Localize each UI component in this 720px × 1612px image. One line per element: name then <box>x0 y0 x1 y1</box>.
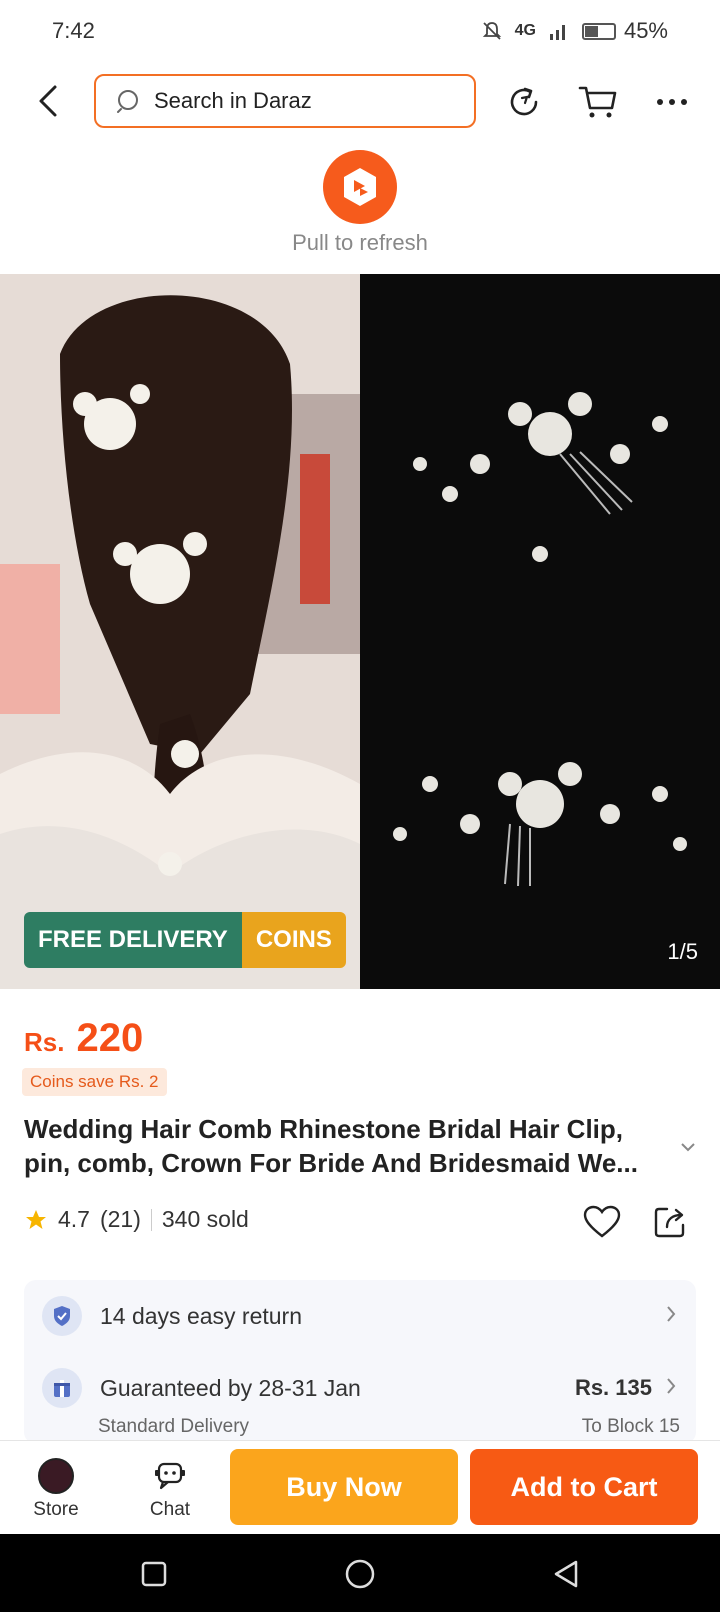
store-button[interactable]: Store <box>16 1457 96 1521</box>
heart-icon <box>583 1205 621 1238</box>
add-to-cart-button[interactable]: Add to Cart <box>470 1449 698 1525</box>
chat-icon <box>150 1457 190 1495</box>
product-image-combs: 1/5 <box>360 274 720 989</box>
share-button[interactable] <box>648 1200 692 1244</box>
wishlist-button[interactable] <box>580 1200 624 1244</box>
chevron-right-icon <box>666 1303 676 1329</box>
more-dots-icon <box>657 99 687 105</box>
service-card: 14 days easy return Guaranteed by 28-31 … <box>24 1280 696 1444</box>
buy-now-button[interactable]: Buy Now <box>230 1449 458 1525</box>
search-placeholder: Search in Daraz <box>154 88 312 113</box>
avatar <box>38 1458 74 1494</box>
daraz-logo-icon <box>323 150 397 224</box>
back-button[interactable] <box>28 80 68 122</box>
square-icon <box>141 1561 167 1587</box>
store-label: Store <box>33 1499 79 1520</box>
circle-icon <box>345 1559 375 1589</box>
status-bar: 7:42 4G 45% <box>0 0 720 62</box>
sold-count: 340 sold <box>161 1206 249 1232</box>
action-bar: Store Chat Buy Now Add to Cart <box>0 1440 720 1534</box>
battery: 45% <box>581 18 668 44</box>
store-icon <box>36 1457 76 1495</box>
image-counter: 1/5 <box>667 939 698 964</box>
chat-label: Chat <box>149 1499 191 1520</box>
rating-row[interactable]: 4.7 (21) 340 sold <box>24 1206 249 1233</box>
delivery-price: Rs. 135 <box>574 1375 652 1400</box>
status-icons: 4G 45% <box>481 18 668 44</box>
search-input[interactable]: Search in Daraz <box>94 74 476 128</box>
battery-icon <box>581 22 616 40</box>
coins-save-tag: Coins save Rs. 2 <box>22 1068 167 1096</box>
divider <box>150 1208 152 1231</box>
shield-check-icon <box>42 1296 82 1336</box>
search-icon <box>117 90 138 113</box>
delivery-box-icon <box>42 1368 82 1408</box>
review-count: (21) <box>99 1206 141 1232</box>
product-title[interactable]: Wedding Hair Comb Rhinestone Bridal Hair… <box>24 1112 674 1180</box>
top-nav: Search in Daraz <box>0 72 720 130</box>
return-text: 14 days easy return <box>100 1302 303 1329</box>
chat-button[interactable]: Chat <box>130 1457 210 1521</box>
delivery-location: To Block 15 <box>581 1416 680 1437</box>
system-nav-bar <box>0 1534 720 1612</box>
system-back-button[interactable] <box>546 1554 586 1594</box>
cart-button[interactable] <box>576 80 620 124</box>
battery-percent: 45% <box>623 18 668 43</box>
signal-icon <box>549 25 565 40</box>
back-arrow-icon <box>39 85 57 117</box>
more-button[interactable] <box>650 80 694 124</box>
refresh-button[interactable] <box>502 80 546 124</box>
cart-icon <box>578 86 617 118</box>
network-type: 4G <box>514 22 536 39</box>
promo-badge: FREE DELIVERY COINS <box>24 912 346 968</box>
delivery-type: Standard Delivery <box>98 1416 250 1437</box>
home-button[interactable] <box>340 1554 380 1594</box>
rating-value: 4.7 <box>58 1206 90 1232</box>
chevron-right-icon <box>666 1375 676 1401</box>
star-icon <box>26 1209 46 1229</box>
pull-to-refresh: Pull to refresh <box>0 150 720 256</box>
price: Rs. 220 <box>24 1016 143 1061</box>
triangle-back-icon <box>554 1560 578 1588</box>
refresh-icon <box>510 87 538 116</box>
recents-button[interactable] <box>134 1554 174 1594</box>
delivery-row[interactable]: Guaranteed by 28-31 Jan Rs. 135 <box>42 1368 676 1408</box>
price-currency: Rs. <box>24 1027 65 1057</box>
title-expand-button[interactable] <box>680 1136 696 1157</box>
chevron-down-icon <box>681 1143 695 1152</box>
refresh-text: Pull to refresh <box>292 230 428 255</box>
return-policy-row[interactable]: 14 days easy return <box>42 1296 676 1336</box>
coins-badge: COINS <box>241 912 346 968</box>
delivery-guarantee: Guaranteed by 28-31 Jan <box>100 1374 361 1401</box>
status-time: 7:42 <box>52 18 95 43</box>
share-icon <box>654 1207 685 1238</box>
product-gallery[interactable]: FREE DELIVERY COINS 1/5 <box>0 274 720 989</box>
product-image-bride: FREE DELIVERY COINS <box>0 274 360 989</box>
mute-bell-icon <box>482 22 501 40</box>
free-delivery-badge: FREE DELIVERY <box>24 912 242 968</box>
price-amount: 220 <box>76 1016 144 1060</box>
